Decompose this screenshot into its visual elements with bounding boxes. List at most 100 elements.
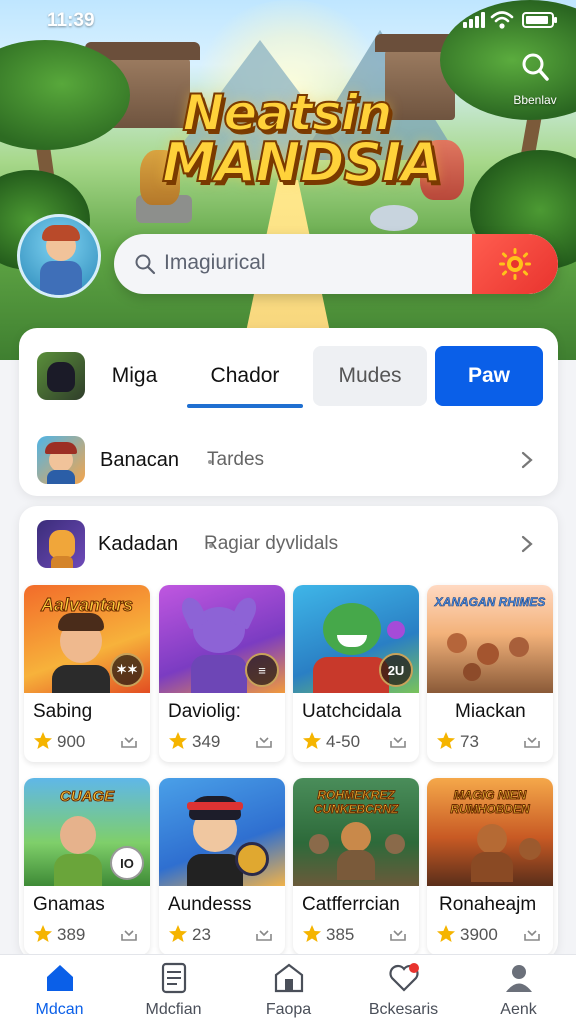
chevron-right-icon[interactable] [520, 534, 534, 554]
game-tile[interactable]: CUAGE IO Gnamas 389 [24, 778, 150, 955]
game-thumbnail [37, 520, 85, 568]
game-badge: ✶✶ [110, 653, 144, 687]
game-rating: 389 [57, 925, 86, 944]
game-tile[interactable]: 2U Uatchcidala 4-50 [293, 585, 419, 762]
account-button[interactable]: Bbenlav [500, 52, 570, 107]
game-name: Uatchcidala [302, 701, 402, 722]
game-tile[interactable]: ≡ Daviolig: 349 [159, 585, 285, 762]
tab-bar: Miga Chador Mudes Paw [19, 346, 558, 408]
tab-mudes[interactable]: Mudes [313, 346, 427, 406]
download-icon[interactable] [523, 733, 541, 749]
game-badge: IO [110, 846, 144, 880]
tab-miga[interactable]: Miga [97, 346, 172, 406]
star-icon [303, 925, 321, 942]
game-name: Ronaheajm [439, 894, 537, 915]
search-action-button[interactable] [472, 234, 558, 294]
download-icon[interactable] [120, 733, 138, 749]
games-card: Kadadan Ragiar dyvlidals Aalvantars ✶✶ S… [19, 506, 558, 960]
game-tile[interactable]: MAGIG NIEN RUMHOBDEN Ronaheajm 3900 [427, 778, 553, 955]
search-input[interactable]: Imagiurical [164, 251, 266, 275]
hero-rock [370, 205, 418, 231]
game-art: ≡ [159, 585, 285, 693]
hero-banner: 11:39 Bbenlav Neatsin MANDSIA Imagiurica… [0, 0, 576, 360]
chevron-right-icon[interactable] [520, 450, 534, 470]
game-tile[interactable]: Aundesss 23 [159, 778, 285, 955]
document-icon [161, 962, 187, 994]
game-badge: 2U [379, 653, 413, 687]
tab-chador[interactable]: Chador [187, 346, 303, 408]
logo-line-2: MANDSIA [161, 131, 443, 194]
game-art: XANAGAN RHIMES [427, 585, 553, 693]
game-name: Catfferrcian [302, 894, 400, 915]
store-icon [274, 963, 304, 993]
game-rating: 3900 [460, 925, 498, 944]
bottom-nav: Mdcan Mdcfian Faopa Bckesaris Aenk [0, 954, 576, 1024]
nav-label: Faopa [265, 1001, 312, 1018]
star-icon [303, 732, 321, 749]
battery-icon [522, 12, 557, 28]
game-art-title: CUAGE [59, 788, 115, 806]
profile-icon [506, 965, 532, 992]
game-name: Aundesss [168, 894, 252, 915]
nav-item-profile[interactable]: Aenk [461, 955, 576, 1024]
row-subtitle: Tardes [207, 449, 265, 470]
star-icon [169, 732, 187, 749]
game-art: ROHMEKREZ CUNKEBCRNZ [293, 778, 419, 886]
game-tile[interactable]: XANAGAN RHIMES Miackan 73 [427, 585, 553, 762]
player-avatar[interactable] [17, 214, 101, 298]
list-item-banacan[interactable]: Banacan Tardes [19, 430, 558, 490]
star-icon [437, 732, 455, 749]
nav-label: Mdcan [35, 1001, 84, 1018]
game-art-title: MAGIG NIEN RUMHOBDEN [450, 788, 530, 817]
download-icon[interactable] [389, 733, 407, 749]
game-name: Gnamas [33, 894, 105, 915]
game-thumbnail [37, 436, 85, 484]
row-title: Kadadan [98, 533, 179, 555]
game-art-title: XANAGAN RHIMES [434, 595, 546, 610]
nav-label: Bckesaris [368, 1001, 439, 1018]
home-icon [47, 965, 73, 991]
nav-label: Aenk [500, 1001, 537, 1018]
row-title: Banacan [100, 449, 179, 471]
game-name: Daviolig: [168, 701, 241, 722]
game-name: Miackan [455, 701, 526, 722]
download-icon[interactable] [120, 926, 138, 942]
star-icon [34, 732, 52, 749]
search-icon [135, 254, 156, 275]
search-person-icon [522, 53, 549, 81]
wifi-icon [490, 11, 514, 29]
game-art-title: ROHMEKREZ CUNKEBCRNZ [313, 788, 399, 817]
nav-item-favorites[interactable]: Bckesaris [346, 955, 461, 1024]
game-rating: 900 [57, 732, 86, 751]
sun-icon [499, 248, 531, 280]
tab-paw[interactable]: Paw [435, 346, 543, 406]
game-art: CUAGE IO [24, 778, 150, 886]
list-item-kadadan[interactable]: Kadadan Ragiar dyvlidals [19, 514, 558, 574]
heart-icon [389, 963, 419, 992]
game-logo: Neatsin MANDSIA [161, 87, 443, 194]
download-icon[interactable] [255, 926, 273, 942]
game-rating: 4-50 [326, 732, 361, 751]
nav-label: Mdcfian [145, 1001, 202, 1018]
status-time: 11:39 [47, 10, 95, 31]
star-icon [34, 925, 52, 942]
category-card: Miga Chador Mudes Paw Banacan Tardes [19, 328, 558, 496]
star-icon [437, 925, 455, 942]
game-tile[interactable]: Aalvantars ✶✶ Sabing 900 [24, 585, 150, 762]
search-bar[interactable]: Imagiurical [114, 234, 558, 294]
nav-item-store[interactable]: Faopa [231, 955, 346, 1024]
download-icon[interactable] [523, 926, 541, 942]
game-art: 2U [293, 585, 419, 693]
app-screen: 11:39 Bbenlav Neatsin MANDSIA Imagiurica… [0, 0, 576, 1024]
account-label: Bbenlav [513, 93, 557, 107]
game-art: MAGIG NIEN RUMHOBDEN [427, 778, 553, 886]
game-name: Sabing [33, 701, 93, 722]
game-rating: 349 [192, 732, 221, 751]
nav-item-home[interactable]: Mdcan [2, 955, 117, 1024]
download-icon[interactable] [255, 733, 273, 749]
nav-item-document[interactable]: Mdcfian [116, 955, 231, 1024]
game-tile[interactable]: ROHMEKREZ CUNKEBCRNZ Catfferrcian 385 [293, 778, 419, 955]
download-icon[interactable] [389, 926, 407, 942]
game-rating: 73 [460, 732, 479, 751]
category-thumbnail [37, 352, 85, 400]
